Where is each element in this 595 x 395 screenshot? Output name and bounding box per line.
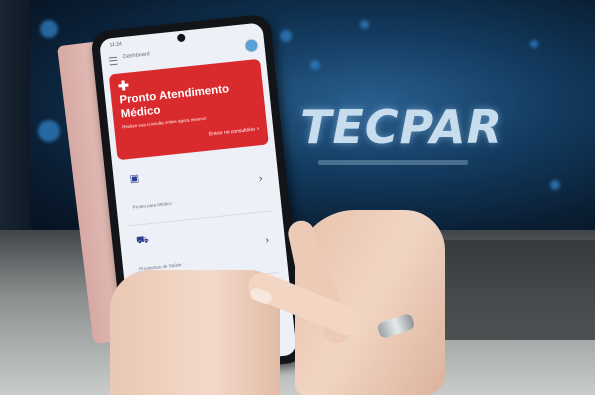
pronto-atendimento-card[interactable]: ✚ Pronto Atendimento Médico Realize sua … (108, 58, 269, 161)
brand-logo-text: TECPAR (300, 100, 504, 154)
brand-tagline-bar (318, 160, 468, 165)
card-title: Pronto Atendimento Médico (118, 83, 230, 121)
bokeh-light (530, 40, 538, 48)
chevron-right-icon: › (258, 173, 264, 185)
chevron-right-icon: › (265, 234, 270, 247)
bokeh-light (40, 20, 58, 38)
cart-icon: ⛟ (135, 234, 150, 247)
camera-notch (176, 33, 186, 43)
bokeh-light (310, 60, 320, 70)
bokeh-light (280, 30, 292, 42)
hamburger-menu-icon[interactable] (108, 56, 118, 66)
list-item-label: Pronto para Médico (132, 200, 173, 210)
bokeh-light (360, 20, 369, 29)
enter-office-label: Entrar no consultório (208, 126, 256, 138)
bokeh-light (550, 180, 560, 190)
bokeh-light (38, 120, 60, 142)
clipboard-icon: ▣ (129, 173, 140, 186)
plus-cross-icon: ✚ (117, 77, 130, 94)
chevron-right-icon: › (256, 125, 260, 133)
user-avatar-icon[interactable] (243, 37, 260, 54)
app-title: Dashboard (122, 51, 151, 61)
status-time: 11:24 (109, 41, 123, 49)
photo-scene: TECPAR 11:24 Dashboard ✚ Pronto Atendime… (0, 0, 595, 395)
enter-office-link[interactable]: Entrar no consultório› (209, 125, 260, 137)
